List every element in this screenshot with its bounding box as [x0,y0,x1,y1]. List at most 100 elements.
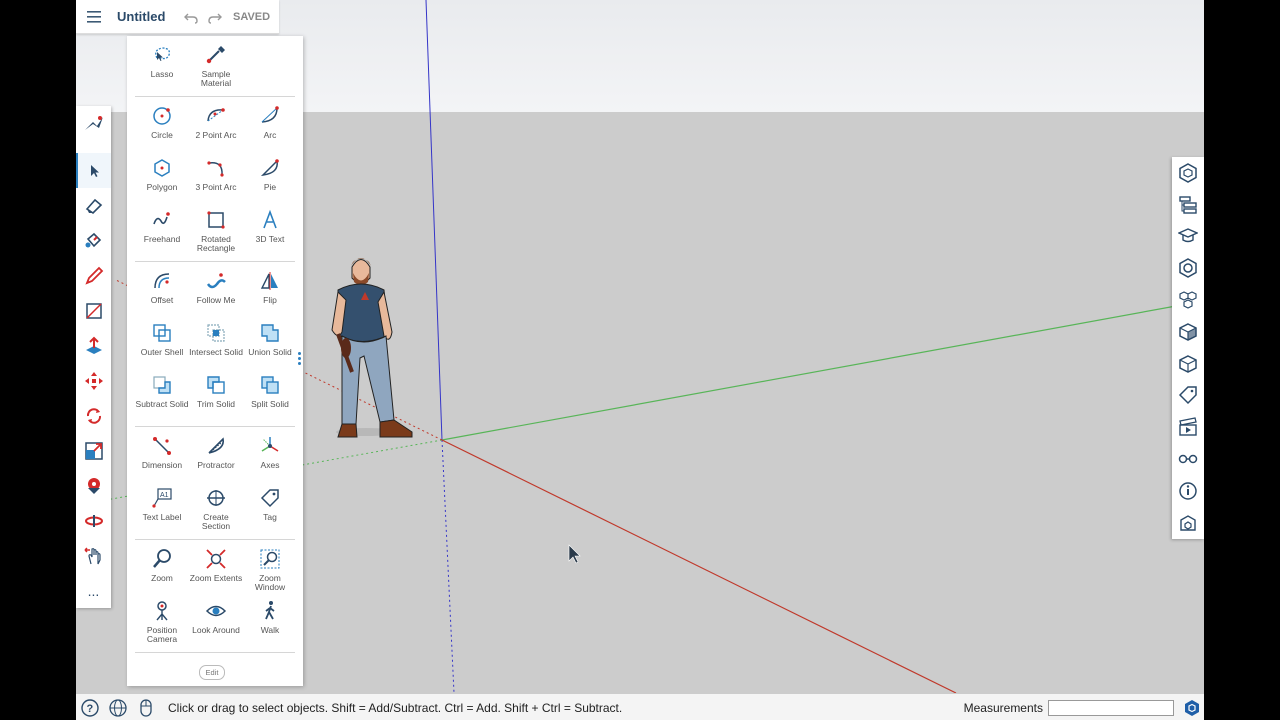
trim-solid-tool[interactable]: Trim Solid [189,370,243,422]
display-icon[interactable] [1172,443,1204,475]
union-solid-tool[interactable]: Union Solid [243,318,297,370]
position-camera-icon [156,601,168,621]
undo-icon[interactable] [179,0,203,33]
mouse-icon[interactable] [132,694,160,720]
scale-icon[interactable] [76,433,111,468]
tape-measure-icon[interactable] [76,468,111,503]
more-tools-button[interactable]: ... [76,573,111,608]
axes-tool[interactable]: Axes [243,431,297,483]
tool-label: Intersect Solid [189,347,243,357]
scale-figure[interactable] [331,258,413,438]
intersect-solid-tool[interactable]: Intersect Solid [189,318,243,370]
circle-tool[interactable]: Circle [135,101,189,153]
split-solid-icon [261,376,279,394]
walk-tool[interactable]: Walk [243,596,297,648]
pie-tool[interactable]: Pie [243,153,297,205]
tool-label: Follow Me [196,295,236,305]
polygon-tool[interactable]: Polygon [135,153,189,205]
panel-resize-handle[interactable] [298,352,301,367]
tags-icon[interactable] [1172,380,1204,412]
materials-icon[interactable] [1172,252,1204,284]
zoom-window-tool[interactable]: Zoom Window [243,544,297,596]
rectangle-icon[interactable] [76,293,111,328]
rotate-icon[interactable] [76,398,111,433]
help-icon[interactable]: ? [76,694,104,720]
freehand-icon [153,212,170,225]
tool-label: Dimension [141,460,183,470]
green-axis [441,305,1177,441]
lasso-tool[interactable]: Lasso [135,40,189,92]
mouse-cursor [568,544,581,564]
tool-label: Zoom [151,573,173,583]
flip-tool[interactable]: Flip [243,266,297,318]
entity-info-icon[interactable] [1172,157,1204,189]
push-pull-icon[interactable] [76,328,111,363]
arc-icon [261,106,279,123]
sketchup-logo-icon[interactable] [1180,694,1204,720]
zoom-tool[interactable]: Zoom [135,544,189,596]
arc-tool[interactable]: Arc [243,101,297,153]
tool-label: Circle [151,130,173,140]
zoom-extents-tool[interactable]: Zoom Extents [189,544,243,596]
freehand-tool[interactable]: Freehand [135,205,189,257]
components-icon[interactable] [1172,284,1204,316]
styles-icon[interactable] [1172,316,1204,348]
menu-icon[interactable] [76,0,112,33]
tool-label: Polygon [146,182,178,192]
sample-material-tool[interactable]: Sample Material [189,40,243,92]
edit-button[interactable]: Edit [199,665,225,680]
position-camera-tool[interactable]: Position Camera [135,596,189,648]
zoom-extents-icon [206,549,226,569]
measurements-input[interactable] [1048,699,1174,716]
3d-warehouse-icon[interactable] [1172,507,1204,539]
save-status: SAVED [233,10,271,23]
tool-label: Arc [263,130,277,140]
blue-axis [425,0,443,441]
eraser-icon[interactable] [76,188,111,223]
tool-label: Axes [260,460,280,470]
subtract-solid-tool[interactable]: Subtract Solid [135,370,189,422]
globe-icon[interactable] [104,694,132,720]
follow-me-tool[interactable]: Follow Me [189,266,243,318]
two-point-arc-tool[interactable]: 2 Point Arc [189,101,243,153]
scenes-icon[interactable] [1172,411,1204,443]
offset-tool[interactable]: Offset [135,266,189,318]
search-tool-icon[interactable] [76,106,111,141]
look-around-tool[interactable]: Look Around [189,596,243,648]
pie-icon [260,159,279,177]
sample-material-icon [206,46,225,64]
tool-label: Protractor [197,460,235,470]
tool-label: Walk [260,625,280,635]
rotated-rectangle-tool[interactable]: Rotated Rectangle [189,205,243,257]
red-axis [441,439,957,693]
document-title[interactable]: Untitled [117,9,179,24]
tag-tool[interactable]: Tag [243,483,297,535]
orbit-icon[interactable] [76,503,111,538]
tool-label: Subtract Solid [135,399,189,409]
dimension-tool[interactable]: Dimension [135,431,189,483]
create-section-tool[interactable]: Create Section [189,483,243,535]
paint-bucket-icon[interactable] [76,223,111,258]
walk-icon [265,601,275,620]
protractor-tool[interactable]: Protractor [189,431,243,483]
axes-icon [261,437,279,452]
outliner-icon[interactable] [1172,189,1204,221]
tool-label: Trim Solid [197,399,235,409]
pencil-icon[interactable] [76,258,111,293]
text-label-tool[interactable]: A1 Text Label [135,483,189,535]
select-icon[interactable] [76,153,111,188]
tool-label: 3 Point Arc [195,182,237,192]
pan-icon[interactable] [76,538,111,573]
split-solid-tool[interactable]: Split Solid [243,370,297,422]
redo-icon[interactable] [203,0,227,33]
tool-label: Offset [150,295,174,305]
instructor-icon[interactable] [1172,221,1204,253]
outer-shell-tool[interactable]: Outer Shell [135,318,189,370]
tool-panel: Lasso Sample Material Circle 2 Point Arc… [127,36,303,686]
blue-axis-negative [441,439,455,693]
model-info-icon[interactable] [1172,475,1204,507]
3d-text-tool[interactable]: 3D Text [243,205,297,257]
move-icon[interactable] [76,363,111,398]
three-point-arc-tool[interactable]: 3 Point Arc [189,153,243,205]
solid-inspector-icon[interactable] [1172,348,1204,380]
